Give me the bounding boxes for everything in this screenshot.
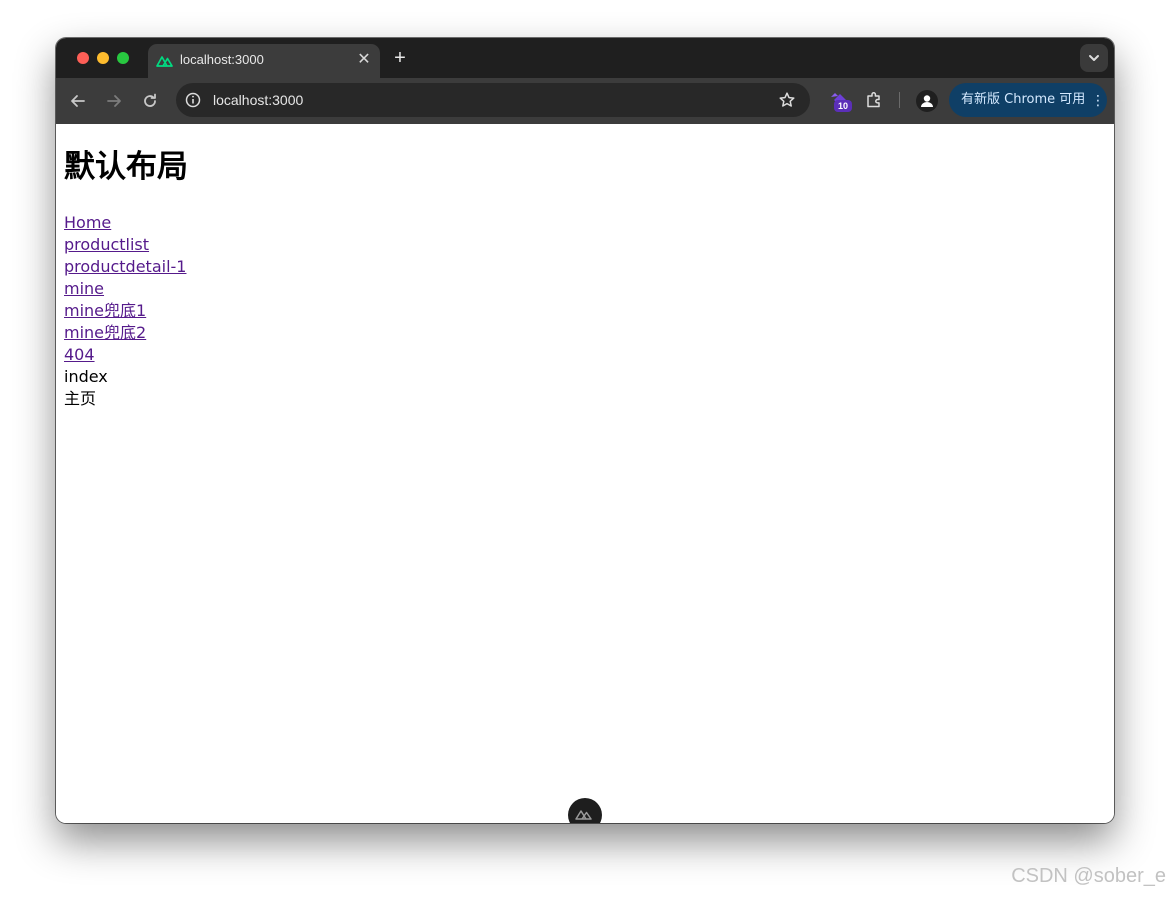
chevron-down-icon xyxy=(1089,55,1099,61)
url-text[interactable]: localhost:3000 xyxy=(213,92,303,108)
person-icon xyxy=(921,95,933,107)
extension-badge-count: 10 xyxy=(834,100,852,112)
arrow-right-icon xyxy=(107,95,121,107)
minimize-window-button[interactable] xyxy=(97,52,109,64)
info-icon[interactable] xyxy=(184,91,202,109)
star-icon[interactable] xyxy=(778,91,796,109)
toolbar-divider xyxy=(899,92,900,108)
maximize-window-button[interactable] xyxy=(117,52,129,64)
link-mine-fallback-2[interactable]: mine兜底2 xyxy=(64,322,186,344)
update-label: 有新版 Chrome 可用 xyxy=(961,92,1086,107)
link-productlist[interactable]: productlist xyxy=(64,234,186,256)
tab-title: localhost:3000 xyxy=(180,52,264,67)
page-content: Home productlist productdetail-1 mine mi… xyxy=(64,212,186,410)
browser-toolbar: localhost:3000 10 有新版 Chrome 可用 ⋮ xyxy=(56,78,1114,124)
nuxt-devtools-button[interactable] xyxy=(568,798,602,823)
chrome-update-button[interactable]: 有新版 Chrome 可用 ⋮ xyxy=(949,83,1107,117)
puzzle-icon[interactable] xyxy=(864,90,884,110)
nuxt-logo-icon xyxy=(156,56,173,67)
nuxt-logo-icon xyxy=(575,810,592,820)
link-mine[interactable]: mine xyxy=(64,278,186,300)
browser-window: localhost:3000 ✕ + localhost:3000 10 有新版… xyxy=(56,38,1114,823)
plus-icon: + xyxy=(394,47,406,69)
tab-search-button[interactable] xyxy=(1080,44,1108,72)
reload-icon xyxy=(144,93,156,107)
link-productdetail[interactable]: productdetail-1 xyxy=(64,256,186,278)
address-bar[interactable]: localhost:3000 xyxy=(176,83,810,117)
reload-button[interactable] xyxy=(138,89,162,113)
profile-icon[interactable] xyxy=(916,90,938,112)
kebab-menu-icon[interactable]: ⋮ xyxy=(1091,91,1105,109)
page-text-index: index xyxy=(64,367,108,386)
close-icon: ✕ xyxy=(357,51,371,68)
tab-active[interactable]: localhost:3000 ✕ xyxy=(148,44,380,78)
arrow-left-icon xyxy=(71,95,85,107)
page-text-home: 主页 xyxy=(64,389,97,408)
link-mine-fallback-1[interactable]: mine兜底1 xyxy=(64,300,186,322)
page-viewport: 默认布局 Home productlist productdetail-1 mi… xyxy=(56,124,1114,823)
link-home[interactable]: Home xyxy=(64,212,186,234)
page-title: 默认布局 xyxy=(64,149,188,185)
back-button[interactable] xyxy=(66,89,90,113)
close-window-button[interactable] xyxy=(77,52,89,64)
new-tab-button[interactable]: + xyxy=(388,46,412,70)
watermark: CSDN @sober_e xyxy=(1011,865,1166,887)
link-404[interactable]: 404 xyxy=(64,344,186,366)
forward-button[interactable] xyxy=(102,89,126,113)
close-tab-button[interactable]: ✕ xyxy=(354,50,374,70)
tab-strip: localhost:3000 ✕ + xyxy=(56,38,1114,78)
